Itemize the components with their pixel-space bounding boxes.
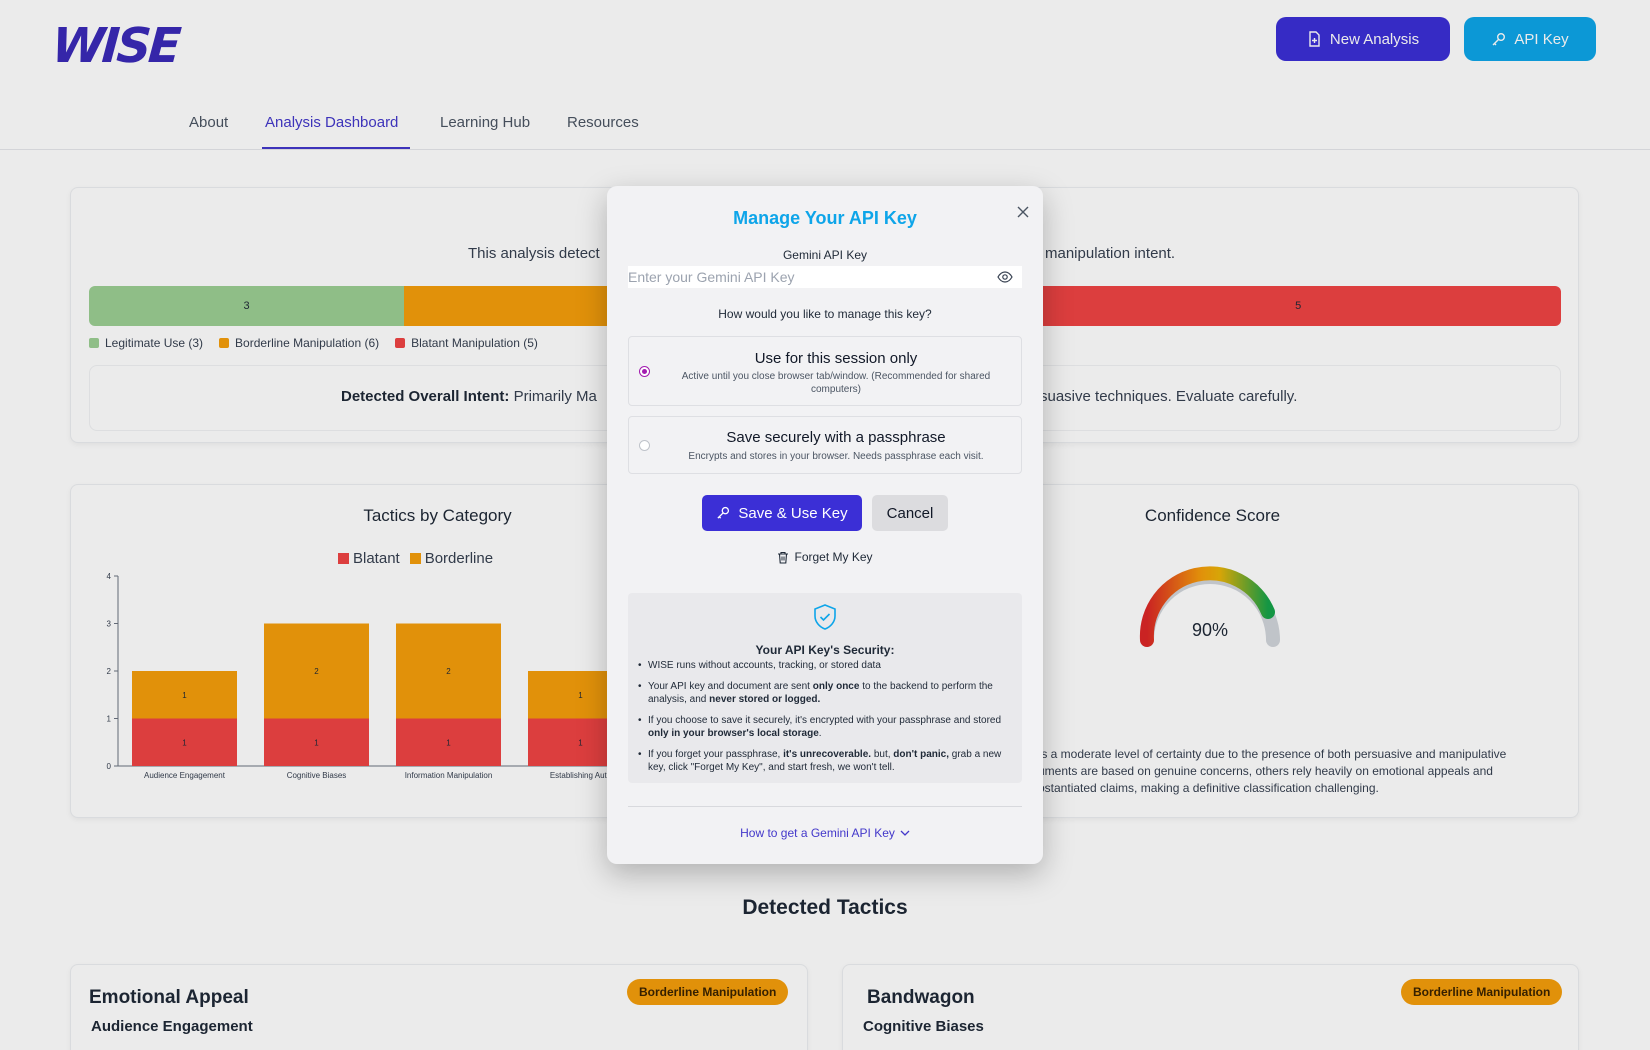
list-item: If you choose to save it securely, it's … [638, 714, 1016, 740]
option-save-securely[interactable]: Save securely with a passphrase Encrypts… [628, 416, 1022, 474]
forget-label: Forget My Key [794, 550, 873, 564]
list-item: WISE runs without accounts, tracking, or… [638, 659, 1016, 672]
forget-key-button[interactable]: Forget My Key [607, 550, 1043, 564]
session-radio[interactable] [639, 366, 650, 377]
api-key-input[interactable] [628, 266, 1022, 288]
list-item: If you forget your passphrase, it's unre… [638, 748, 1016, 774]
trash-icon [778, 551, 789, 564]
option-session-subtitle: Active until you close browser tab/windo… [681, 371, 991, 395]
how-to-get-key-toggle[interactable]: How to get a Gemini API Key [607, 826, 1043, 840]
key-icon [717, 506, 730, 519]
security-info-box: Your API Key's Security: WISE runs witho… [628, 593, 1022, 783]
secure-radio[interactable] [639, 440, 650, 451]
option-session-title: Use for this session only [754, 350, 918, 367]
howto-label: How to get a Gemini API Key [740, 826, 895, 840]
show-password-icon[interactable] [997, 270, 1013, 284]
save-label: Save & Use Key [738, 504, 848, 522]
option-secure-subtitle: Encrypts and stores in your browser. Nee… [688, 451, 984, 462]
security-list: WISE runs without accounts, tracking, or… [638, 659, 1016, 782]
api-key-modal: Manage Your API Key Gemini API Key How w… [607, 186, 1043, 864]
security-title: Your API Key's Security: [755, 643, 895, 657]
save-and-use-key-button[interactable]: Save & Use Key [702, 495, 862, 531]
divider [628, 806, 1022, 807]
modal-title: Manage Your API Key [733, 208, 917, 228]
cancel-button[interactable]: Cancel [872, 495, 948, 531]
list-item: Your API key and document are sent only … [638, 680, 1016, 706]
chevron-down-icon [900, 830, 910, 836]
api-key-field-label: Gemini API Key [782, 248, 868, 262]
option-session-only[interactable]: Use for this session only Active until y… [628, 336, 1022, 406]
manage-question: How would you like to manage this key? [718, 307, 932, 321]
option-secure-title: Save securely with a passphrase [726, 429, 946, 446]
close-icon[interactable] [1015, 204, 1031, 220]
shield-check-icon [814, 604, 836, 630]
